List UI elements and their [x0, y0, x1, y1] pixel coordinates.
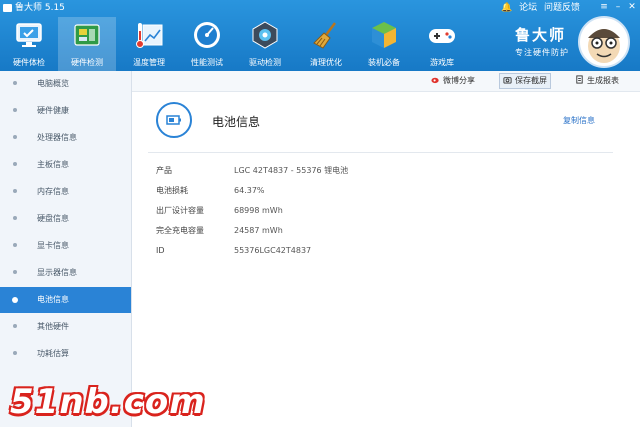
package-cube-icon: [372, 22, 396, 48]
brand-slogan: 专注硬件防护: [515, 48, 569, 57]
window-controls: ≡ – ✕: [596, 1, 638, 13]
menu-icon[interactable]: ≡: [598, 1, 610, 13]
window-title: 鲁大师 5.15: [15, 3, 65, 13]
bullet-icon: [13, 189, 17, 193]
sidebar-item-cpu[interactable]: 处理器信息: [0, 125, 131, 151]
weibo-share-button[interactable]: 微博分享: [431, 74, 475, 88]
title-links: 🔔 论坛 问题反馈: [497, 2, 580, 15]
app-logo-icon: [3, 4, 12, 12]
tool-driver[interactable]: 驱动检测: [236, 17, 294, 71]
generate-report-button[interactable]: 生成报表: [575, 74, 619, 88]
camera-icon: [503, 77, 512, 84]
title-bar: 鲁大师 5.15 🔔 论坛 问题反馈 ≡ – ✕: [0, 0, 640, 17]
bullet-icon: [13, 324, 17, 328]
monitor-check-icon: [16, 23, 42, 47]
battery-icon: [156, 102, 192, 138]
section-header: 电池信息 复制信息: [148, 96, 613, 153]
sidebar-item-display[interactable]: 显示器信息: [0, 260, 131, 286]
bullet-icon: [13, 108, 17, 112]
minimize-icon[interactable]: –: [612, 1, 624, 13]
close-icon[interactable]: ✕: [626, 1, 638, 13]
header-bar: 鲁大师 5.15 🔔 论坛 问题反馈 ≡ – ✕ 硬件体检 硬件检测 温度管理 …: [0, 0, 640, 71]
sidebar-item-health[interactable]: 硬件健康: [0, 98, 131, 124]
sidebar-item-gpu[interactable]: 显卡信息: [0, 233, 131, 259]
sidebar-item-memory[interactable]: 内存信息: [0, 179, 131, 205]
section-title: 电池信息: [212, 115, 261, 129]
brand-name: 鲁大师: [515, 26, 567, 44]
main-toolbar: 硬件体检 硬件检测 温度管理 性能测试 驱动检测 清理优化 装机必备 游戏库: [0, 17, 470, 71]
copy-info-link[interactable]: 复制信息: [563, 115, 595, 126]
tool-hardware-checkup[interactable]: 硬件体检: [0, 17, 58, 71]
forum-link[interactable]: 论坛: [519, 3, 537, 13]
tool-cleanup[interactable]: 清理优化: [297, 17, 355, 71]
sidebar-item-motherboard[interactable]: 主板信息: [0, 152, 131, 178]
bullet-icon: [13, 216, 17, 220]
tool-hardware-detect[interactable]: 硬件检测: [58, 17, 116, 71]
bullet-icon: [13, 270, 17, 274]
report-icon: [576, 75, 583, 84]
action-bar: 微博分享 保存截屏 生成报表: [132, 71, 640, 92]
thermometer-chart-icon: [136, 23, 163, 48]
tool-games[interactable]: 游戏库: [413, 17, 471, 71]
bullet-icon: [13, 243, 17, 247]
tool-essentials[interactable]: 装机必备: [355, 17, 413, 71]
gamepad-icon: [429, 29, 455, 43]
sidebar-item-battery[interactable]: 电池信息: [0, 287, 131, 313]
mascot-avatar[interactable]: [578, 16, 630, 68]
save-screenshot-button[interactable]: 保存截屏: [499, 73, 551, 89]
circuit-board-icon: [74, 24, 100, 46]
weibo-icon: [431, 77, 439, 84]
driver-chip-icon: [252, 21, 278, 49]
sidebar-item-other[interactable]: 其他硬件: [0, 314, 131, 340]
bullet-icon: [13, 81, 17, 85]
feedback-link[interactable]: 问题反馈: [544, 3, 580, 13]
bullet-icon: [13, 162, 17, 166]
bullet-icon: [13, 351, 17, 355]
sidebar-item-disk[interactable]: 硬盘信息: [0, 206, 131, 232]
sidebar-item-power[interactable]: 功耗估算: [0, 341, 131, 367]
sidebar-item-overview[interactable]: 电脑概览: [0, 71, 131, 97]
broom-icon: [313, 22, 336, 49]
sidebar: 电脑概览 硬件健康 处理器信息 主板信息 内存信息 硬盘信息 显卡信息 显示器信…: [0, 71, 132, 427]
bullet-icon: [13, 135, 17, 139]
site-watermark: 51nb.com: [10, 382, 206, 422]
tool-temperature[interactable]: 温度管理: [120, 17, 178, 71]
speedometer-icon: [194, 22, 220, 48]
bullet-icon: [12, 297, 18, 303]
notification-icon[interactable]: 🔔: [501, 3, 512, 13]
tool-performance[interactable]: 性能测试: [178, 17, 236, 71]
